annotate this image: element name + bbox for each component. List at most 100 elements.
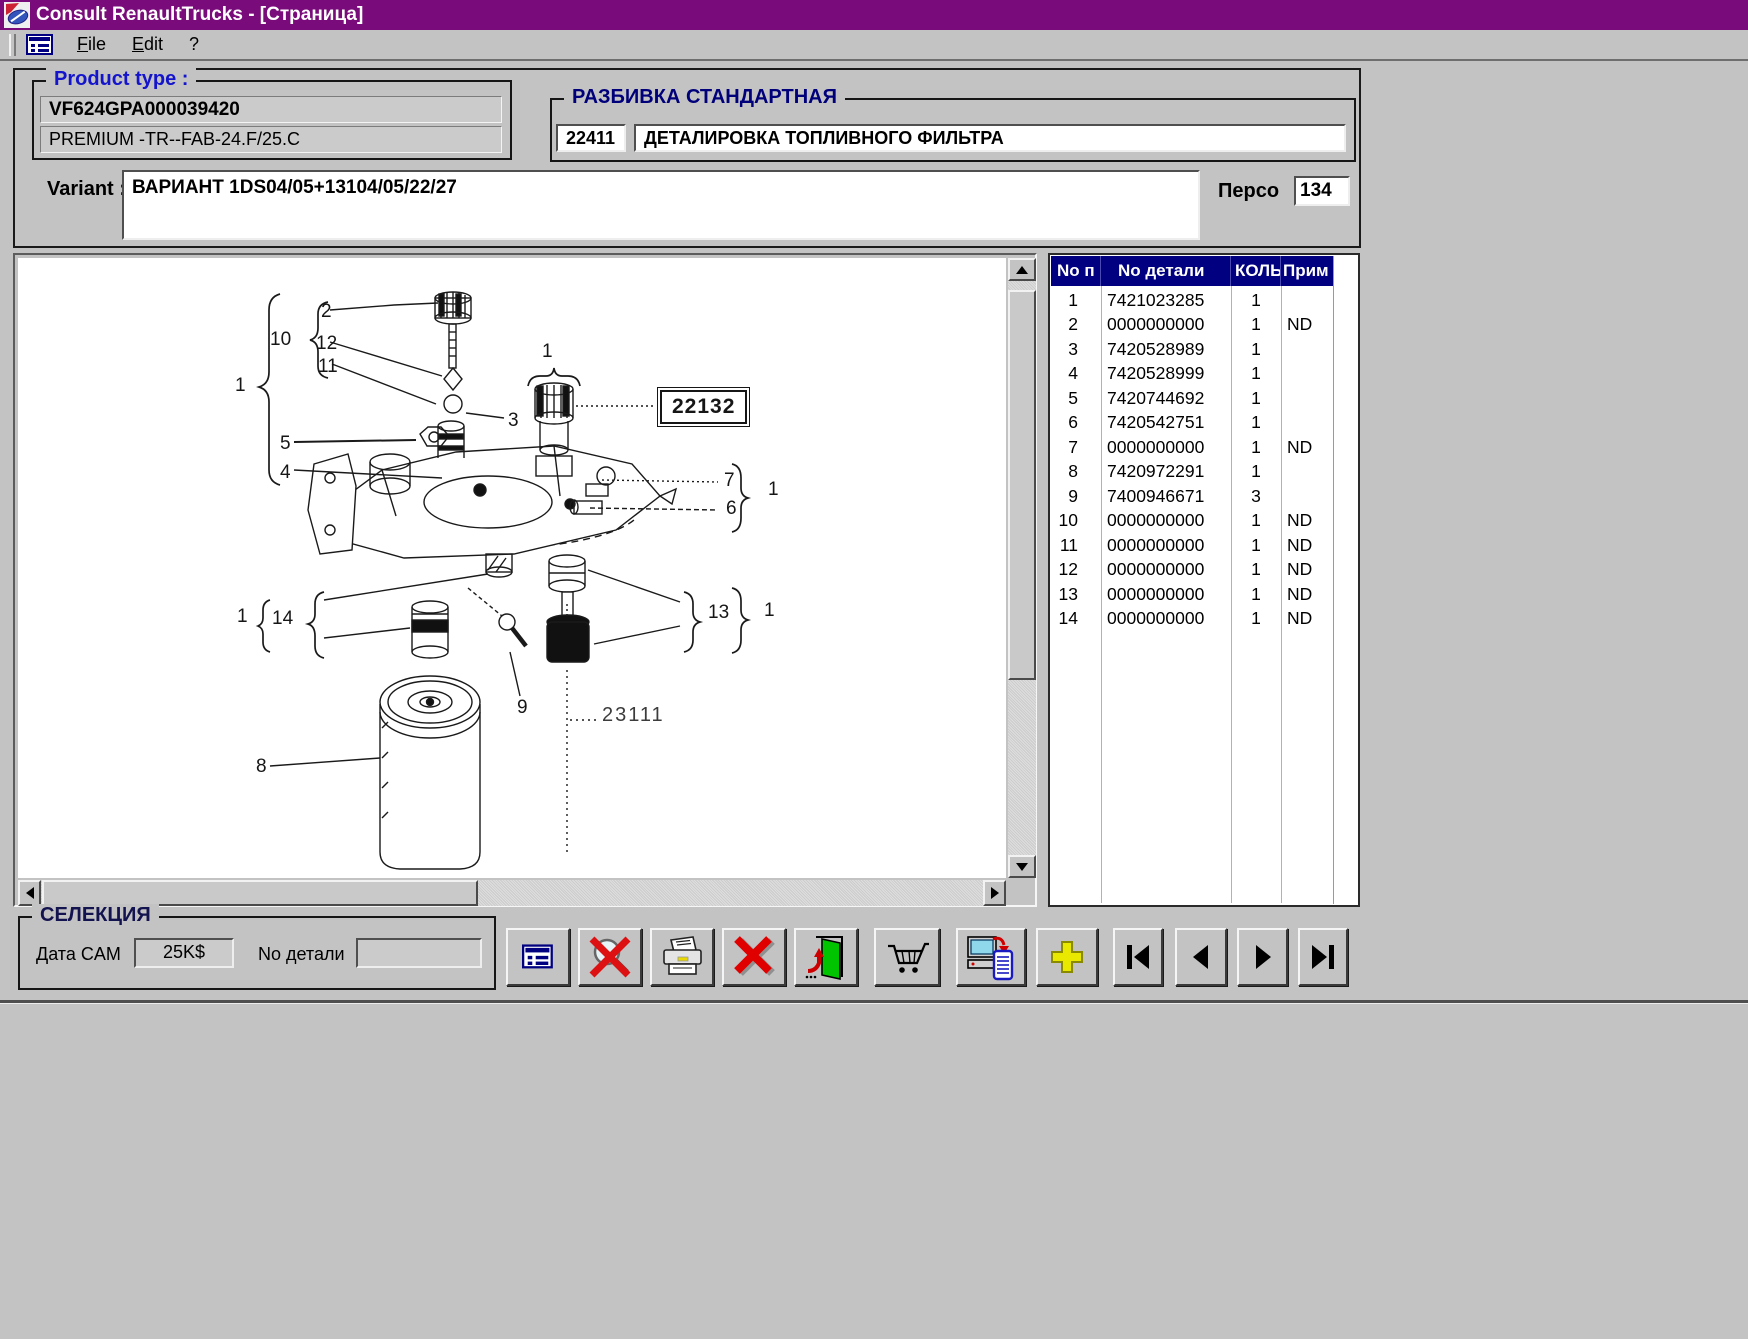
table-row[interactable]: 1100000000001ND [1051,533,1333,558]
cell-no: 12 [1051,559,1101,580]
exploded-view-canvas: 11021211354176111413198 22132 23111 [18,258,1006,878]
perso-label: Персо [1218,180,1279,203]
menu-item-file[interactable]: File [64,32,119,57]
table-row[interactable]: 1300000000001ND [1051,582,1333,607]
cell-qty: 1 [1231,314,1281,335]
next-page-icon [1246,941,1280,973]
breakdown-description-field[interactable]: ДЕТАЛИРОВКА ТОПЛИВНОГО ФИЛЬТРА [634,124,1346,152]
table-row[interactable]: 1000000000001ND [1051,509,1333,534]
cell-qty: 1 [1231,388,1281,409]
cell-note: ND [1281,510,1333,531]
send-to-pc-icon [966,933,1016,981]
cell-no: 14 [1051,608,1101,629]
menu-bar: File Edit ? [0,30,1748,61]
menu-item-edit[interactable]: Edit [119,32,176,57]
table-row[interactable]: 174210232851 [1051,288,1333,313]
product-name-field[interactable]: PREMIUM -TR--FAB-24.F/25.C [40,126,502,153]
column-header-position[interactable]: No п [1051,256,1101,286]
column-header-part-number[interactable]: No детали [1101,256,1231,286]
exit-button[interactable] [794,928,858,986]
header-panel: Product type : VF624GPA000039420 PREMIUM… [13,68,1361,248]
diagram-callout: 1 [237,607,248,626]
cell-qty: 1 [1231,559,1281,580]
add-button[interactable] [1036,928,1098,986]
last-page-button[interactable] [1298,928,1348,986]
cell-part: 7420528989 [1101,339,1231,360]
cart-button[interactable] [874,928,940,986]
cell-qty: 1 [1231,608,1281,629]
table-row[interactable]: 474205289991 [1051,362,1333,387]
cell-no: 6 [1051,412,1101,433]
cell-part: 7420542751 [1101,412,1231,433]
menu-item-help[interactable]: ? [176,32,212,57]
table-row[interactable]: 574207446921 [1051,386,1333,411]
cart-icon [884,936,930,978]
vertical-scroll-thumb[interactable] [1008,290,1036,680]
prev-page-button[interactable] [1175,928,1227,986]
part-number-field[interactable] [356,938,482,968]
renault-logo-icon [4,2,30,28]
cell-part: 0000000000 [1101,608,1231,629]
table-row[interactable]: 1200000000001ND [1051,558,1333,583]
cell-part: 0000000000 [1101,584,1231,605]
send-to-pc-button[interactable] [956,928,1026,986]
vertical-scrollbar[interactable] [1008,258,1036,878]
selection-label: СЕЛЕКЦИЯ [32,904,159,927]
cell-note: ND [1281,584,1333,605]
delete-button[interactable] [722,928,786,986]
figure-ref-box[interactable]: 22132 [660,390,747,424]
left-arrow-icon [26,887,34,899]
cell-qty: 1 [1231,437,1281,458]
diagram-callout: 14 [272,609,293,628]
diagram-callout: 1 [235,376,246,395]
next-page-button[interactable] [1237,928,1288,986]
parts-table-body: 174210232851 200000000001ND 374205289891… [1051,288,1333,631]
cancel-zoom-button[interactable] [578,928,642,986]
cell-no: 8 [1051,461,1101,482]
table-row[interactable]: 874209722911 [1051,460,1333,485]
parts-table: No п No детали КОЛЬ Прим 174210232851 20… [1048,253,1360,907]
cell-qty: 1 [1231,412,1281,433]
product-code-field[interactable]: VF624GPA000039420 [40,96,502,123]
data-cam-field[interactable]: 25K$ [134,938,234,968]
variant-field[interactable]: ВАРИАНТ 1DS04/05+13104/05/22/27 [122,170,1200,240]
diagram-callout: 13 [708,603,729,622]
cell-no: 4 [1051,363,1101,384]
table-row[interactable]: 374205289891 [1051,337,1333,362]
first-page-button[interactable] [1113,928,1163,986]
table-row[interactable]: 674205427511 [1051,411,1333,436]
column-header-quantity[interactable]: КОЛЬ [1231,256,1281,286]
bottom-separator [0,1000,1748,1004]
table-row[interactable]: 700000000001ND [1051,435,1333,460]
horizontal-scrollbar[interactable] [18,880,1006,906]
details-button[interactable] [506,928,570,986]
cell-no: 3 [1051,339,1101,360]
diagram-callout: 6 [726,499,737,518]
perso-field[interactable]: 134 [1294,176,1350,206]
right-arrow-icon [991,887,999,899]
cell-note: ND [1281,437,1333,458]
scroll-left-button[interactable] [18,880,41,906]
breakdown-group: РАЗБИВКА СТАНДАРТНАЯ 22411 ДЕТАЛИРОВКА Т… [550,98,1356,162]
breakdown-code-field[interactable]: 22411 [556,124,626,152]
table-row[interactable]: 1400000000001ND [1051,607,1333,632]
diagram-callout: 4 [280,463,291,482]
print-button[interactable] [650,928,714,986]
scroll-down-button[interactable] [1008,855,1036,878]
horizontal-scroll-thumb[interactable] [42,880,478,906]
table-row[interactable]: 200000000001ND [1051,313,1333,338]
data-cam-label: Дата CAM [36,944,121,965]
diagram-callout: 1 [768,480,779,499]
cell-note: ND [1281,535,1333,556]
diagram-callout: 10 [270,330,291,349]
part-number-label: No детали [258,944,345,965]
column-header-note[interactable]: Прим [1281,256,1333,286]
form-icon[interactable] [26,34,54,56]
diagram-callout: 3 [508,411,519,430]
table-row[interactable]: 974009466713 [1051,484,1333,509]
scroll-right-button[interactable] [983,880,1006,906]
title-bar: Consult RenaultTrucks - [Страница] [0,0,1748,30]
scroll-up-button[interactable] [1008,258,1036,281]
menu-grip [9,34,16,56]
cell-no: 10 [1051,510,1101,531]
